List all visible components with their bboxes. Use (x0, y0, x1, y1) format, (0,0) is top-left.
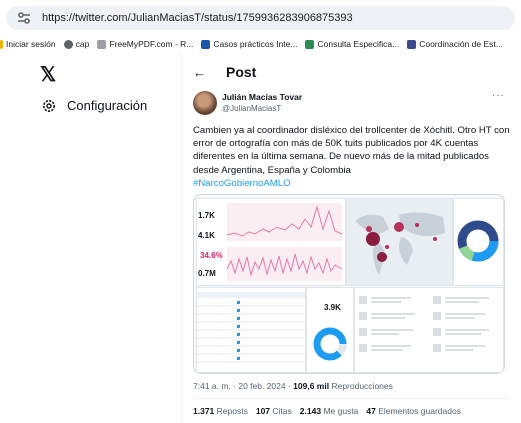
gear-icon (43, 99, 55, 112)
bookmark-freemypdf[interactable]: FreeMyPDF.com - R... (97, 39, 193, 49)
more-options-icon[interactable]: ··· (492, 90, 505, 101)
image-tweets-list (359, 296, 489, 352)
bookmark-coordinacion[interactable]: Coordinación de Est... (407, 39, 503, 49)
image-data-table (197, 292, 305, 363)
address-bar[interactable]: https://twitter.com/JulianMaciasT/status… (6, 6, 515, 30)
page-icon (305, 39, 315, 49)
views-count: 109,6 mil (293, 381, 330, 391)
image-map-panel (346, 198, 453, 286)
image-metric-1: 1.7K (198, 211, 215, 220)
hashtag-link[interactable]: #NarcoGobiernoAMLO (193, 178, 291, 189)
bookmark-folder-icon (0, 39, 3, 49)
back-arrow-icon[interactable]: ← (193, 65, 206, 80)
bookmarks-stat[interactable]: 47 Elementos guardados (366, 406, 461, 416)
globe-icon (63, 39, 73, 49)
page-title: Post (226, 64, 257, 80)
image-metric-5: 3.9K (324, 303, 341, 312)
image-metric-2: 4.1K (198, 231, 215, 240)
engagement-stats: 1.371 Reposts 107 Citas 2.143 Me gusta 4… (193, 406, 469, 416)
image-table-panel (196, 287, 306, 373)
image-small-donut (313, 327, 347, 361)
page-icon (407, 39, 417, 49)
quotes-stat[interactable]: 107 Citas (256, 406, 292, 416)
bookmark-consulta-especifica[interactable]: Consulta Especifica... (305, 39, 399, 49)
bookmark-casos-practicos[interactable]: Casos prácticos Inte... (201, 39, 297, 49)
divider (193, 398, 510, 399)
bookmark-cap[interactable]: cap (63, 39, 89, 49)
image-line-chart-panel (196, 198, 346, 286)
sidebar-item-settings[interactable]: Configuración (42, 98, 147, 113)
avatar[interactable] (193, 91, 217, 115)
site-settings-icon[interactable] (16, 10, 32, 26)
image-line-charts (226, 203, 343, 281)
image-donut-chart (457, 220, 499, 262)
image-donut-panel (453, 198, 504, 286)
bookmarks-bar: Iniciar sesión cap FreeMyPDF.com - R... … (0, 36, 521, 52)
reposts-stat[interactable]: 1.371 Reposts (193, 406, 248, 416)
x-logo-icon[interactable]: 𝕏 (40, 62, 56, 87)
image-world-map (355, 212, 445, 275)
page-icon (201, 39, 211, 49)
likes-stat[interactable]: 2.143 Me gusta (300, 406, 359, 416)
bookmark-iniciar-sesion[interactable]: Iniciar sesión (0, 39, 56, 49)
post-image[interactable]: 1.7K 4.1K 34.6% 0.7M 3.9K (193, 194, 505, 374)
url-text[interactable]: https://twitter.com/JulianMaciasT/status… (42, 12, 353, 24)
pdf-icon (97, 39, 107, 49)
image-metric-4: 0.7M (198, 269, 216, 278)
sidebar-item-label: Configuración (67, 98, 148, 113)
author-name[interactable]: Julián Macías Tovar (222, 92, 302, 102)
author-handle[interactable]: @JulianMaciasT (222, 104, 281, 113)
post-timestamp[interactable]: 7:41 a. m. · 20 feb. 2024 · 109,6 mil Re… (193, 381, 393, 391)
column-divider (181, 52, 182, 423)
image-metric-panel (306, 287, 354, 373)
post-header: ← Post (193, 64, 256, 80)
image-tweets-panel (354, 287, 504, 373)
post-text: Cambien ya al coordinador disléxico del … (193, 125, 510, 189)
address-bar-area: https://twitter.com/JulianMaciasT/status… (0, 0, 521, 36)
image-metric-3: 34.6% (200, 251, 223, 260)
